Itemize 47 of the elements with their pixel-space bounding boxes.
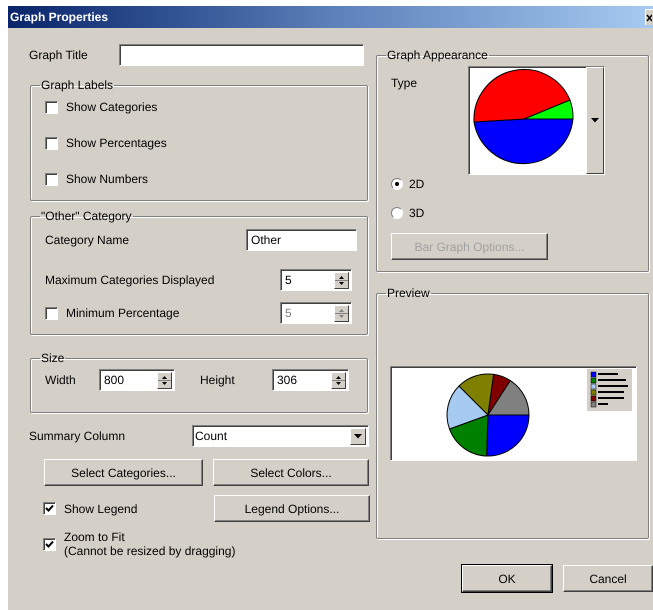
text-field[interactable]: Other [246,229,357,251]
checkbox-label: Show Numbers [66,171,148,188]
group-title: Graph Appearance [386,47,489,64]
field-label: Width [45,372,77,389]
checkbox-label: Zoom to Fit [64,530,126,544]
group-title: Preview [386,285,431,302]
group-title: Size [40,350,66,367]
checkbox-label: Minimum Percentage [66,305,180,322]
field-label: Maximum Categories Displayed [45,272,214,289]
field-label: Category Name [45,232,130,249]
chart-type-picker[interactable] [468,66,605,175]
radio-button[interactable] [391,178,403,190]
radio-button[interactable] [391,207,403,219]
checkbox[interactable] [43,538,56,550]
spin-arrows-icon[interactable] [334,272,349,288]
checkbox[interactable] [45,100,58,114]
field-label: Graph Title [29,47,89,64]
radio-label: 2D [409,176,424,193]
group-title: Graph Labels [40,77,114,94]
checkbox-label: Show Percentages [66,135,167,152]
button[interactable]: OK [462,565,552,592]
window-title: Graph Properties [10,9,108,26]
spinner-field[interactable]: 800 [99,369,175,391]
button[interactable]: Select Colors... [213,459,369,486]
field-label: Summary Column [29,428,126,445]
checkbox[interactable] [45,172,58,186]
spin-arrows-icon[interactable] [331,372,346,388]
field-label: Height [200,372,236,389]
button[interactable]: Select Categories... [44,459,203,486]
close-icon [646,14,652,22]
spin-arrows-icon[interactable] [157,372,172,388]
checkbox[interactable] [45,136,58,150]
spinner-field[interactable]: 306 [272,369,349,391]
radio-label: 3D [409,205,424,222]
close-button[interactable] [645,9,653,25]
dropdown[interactable]: Count [192,425,369,447]
spinner-field[interactable]: 5 [280,269,352,291]
text-field[interactable] [119,44,364,66]
group-title: "Other" Category [40,208,133,225]
button[interactable]: Cancel [563,565,653,592]
field-label: Type [391,75,418,92]
checkbox-note: (Cannot be resized by dragging) [64,544,236,558]
chart-legend [587,369,632,411]
checkbox[interactable] [43,502,56,515]
checkbox-label: Show Legend [64,500,138,518]
checkbox-label: Show Categories [66,99,158,116]
button[interactable]: Legend Options... [214,495,370,522]
